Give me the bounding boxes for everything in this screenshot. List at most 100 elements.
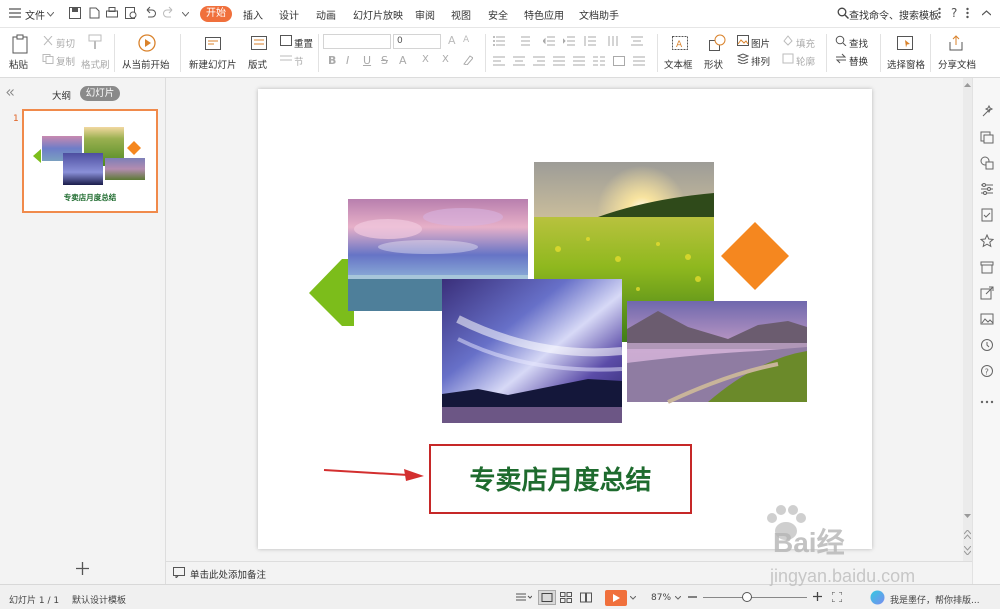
new-slide-button[interactable]: 新建幻灯片 — [189, 57, 237, 71]
fit-window-icon[interactable] — [832, 592, 842, 602]
smart-art-icon[interactable] — [613, 56, 625, 66]
shape-icon[interactable] — [708, 34, 726, 52]
clear-format-icon[interactable] — [461, 55, 473, 65]
assistant-avatar-icon[interactable] — [870, 590, 885, 605]
tab-insert[interactable]: 插入 — [243, 7, 263, 22]
collapse-panel-icon[interactable] — [6, 89, 14, 96]
decrease-indent-icon[interactable] — [543, 36, 555, 46]
increase-indent-icon[interactable] — [563, 36, 575, 46]
file-menu[interactable]: 文件 — [25, 7, 45, 22]
columns-icon[interactable] — [593, 56, 605, 66]
replace-button[interactable]: 替换 — [849, 54, 868, 68]
image-icon[interactable] — [980, 312, 994, 326]
slide-canvas[interactable]: 专卖店月度总结 Bai经验 — [258, 89, 872, 598]
shape-library-icon[interactable] — [980, 156, 994, 170]
magic-icon[interactable] — [980, 104, 994, 118]
scroll-down-icon[interactable] — [964, 514, 971, 519]
print-preview-icon[interactable] — [124, 6, 138, 20]
new-slide-icon[interactable] — [204, 34, 222, 52]
more-quick-access-icon[interactable] — [182, 12, 189, 17]
distribute-icon[interactable] — [573, 56, 585, 66]
tab-special[interactable]: 特色应用 — [524, 7, 564, 22]
design-template[interactable]: 默认设计模板 — [72, 593, 126, 606]
cut-button[interactable]: 剪切 — [56, 36, 75, 50]
format-painter-button[interactable]: 格式刷 — [81, 57, 110, 71]
align-center-icon[interactable] — [513, 56, 525, 66]
reading-view-icon[interactable] — [580, 592, 592, 603]
tab-outline[interactable]: 大纲 — [52, 88, 71, 102]
fill-icon[interactable] — [782, 35, 794, 46]
justify-icon[interactable] — [553, 56, 565, 66]
collapse-ribbon-icon[interactable] — [982, 10, 991, 16]
archive-icon[interactable] — [980, 260, 994, 274]
text-align-vertical-icon[interactable] — [633, 56, 645, 66]
template-icon[interactable] — [980, 130, 994, 144]
more-icon[interactable] — [938, 7, 941, 19]
selection-pane-icon[interactable] — [896, 34, 914, 52]
paste-button[interactable]: 粘贴 — [9, 57, 28, 71]
normal-view-icon[interactable] — [538, 590, 556, 605]
reset-button[interactable]: 重置 — [294, 36, 313, 50]
search-icon[interactable] — [837, 7, 849, 19]
tab-slides[interactable]: 幻灯片 — [80, 86, 120, 101]
text-direction-icon[interactable] — [608, 36, 620, 46]
layout-button[interactable]: 版式 — [248, 57, 267, 71]
chevron-down-icon[interactable] — [47, 12, 54, 17]
increase-font-icon[interactable]: A — [448, 34, 456, 47]
fill-button[interactable]: 填充 — [796, 36, 815, 50]
tab-review[interactable]: 审阅 — [415, 7, 435, 22]
slide-title[interactable]: 专卖店月度总结 — [430, 460, 691, 497]
outline-button[interactable]: 轮廓 — [796, 54, 815, 68]
next-page-icon[interactable] — [964, 546, 971, 555]
play-options-icon[interactable] — [630, 596, 636, 600]
tab-design[interactable]: 设计 — [279, 7, 299, 22]
find-icon[interactable] — [835, 35, 847, 46]
scroll-up-icon[interactable] — [964, 82, 971, 87]
arrange-icon[interactable] — [737, 53, 749, 64]
tab-security[interactable]: 安全 — [488, 7, 508, 22]
help-icon[interactable]: ? — [951, 6, 957, 20]
arrange-button[interactable]: 排列 — [751, 54, 770, 68]
star-icon[interactable] — [980, 234, 994, 248]
font-color-icon[interactable]: A — [399, 54, 407, 67]
line-spacing-icon[interactable] — [584, 36, 596, 46]
align-right-icon[interactable] — [533, 56, 545, 66]
more-options-icon[interactable] — [966, 7, 969, 19]
settings-sliders-icon[interactable] — [980, 182, 994, 196]
picture-button[interactable]: 图片 — [751, 36, 770, 50]
undo-icon[interactable] — [143, 6, 157, 20]
section-button[interactable]: 节 — [294, 54, 304, 68]
picture-icon[interactable] — [737, 35, 749, 46]
tab-slideshow[interactable]: 幻灯片放映 — [353, 7, 403, 22]
slide-sorter-icon[interactable] — [560, 592, 572, 603]
tab-doc-assistant[interactable]: 文档助手 — [579, 7, 619, 22]
prev-page-icon[interactable] — [964, 530, 971, 539]
zoom-slider[interactable] — [703, 597, 807, 598]
zoom-slider-thumb[interactable] — [742, 592, 752, 602]
copy-button[interactable]: 复制 — [56, 54, 75, 68]
bold-icon[interactable]: B — [328, 54, 336, 67]
paste-icon[interactable] — [10, 34, 30, 54]
font-size-combo[interactable]: 0 — [393, 34, 441, 49]
numbered-list-icon[interactable] — [518, 36, 530, 46]
strikethrough-icon[interactable]: S — [381, 54, 388, 67]
decrease-font-icon[interactable]: A — [463, 35, 469, 45]
add-slide-icon[interactable] — [76, 562, 89, 575]
format-painter-icon[interactable] — [86, 33, 104, 51]
zoom-level[interactable]: 87% — [651, 593, 671, 603]
selection-pane-button[interactable]: 选择窗格 — [887, 57, 925, 71]
command-search[interactable]: 查找命令、搜索模板 — [849, 7, 939, 22]
align-text-icon[interactable] — [631, 36, 643, 46]
zoom-out-icon[interactable] — [688, 596, 697, 598]
assistant-hint[interactable]: 我是墨仔，帮你排版... — [890, 593, 980, 606]
play-icon[interactable] — [138, 34, 156, 52]
font-name-combo[interactable] — [323, 34, 391, 49]
vertical-scrollbar[interactable] — [963, 78, 972, 561]
zoom-dropdown-icon[interactable] — [675, 596, 681, 600]
play-from-current-button[interactable]: 从当前开始 — [122, 57, 170, 71]
bullet-list-icon[interactable] — [493, 36, 505, 46]
hamburger-icon[interactable] — [9, 8, 21, 18]
share-icon[interactable] — [947, 34, 965, 52]
subscript-icon[interactable]: X — [442, 54, 449, 65]
shape-button[interactable]: 形状 — [704, 57, 723, 71]
